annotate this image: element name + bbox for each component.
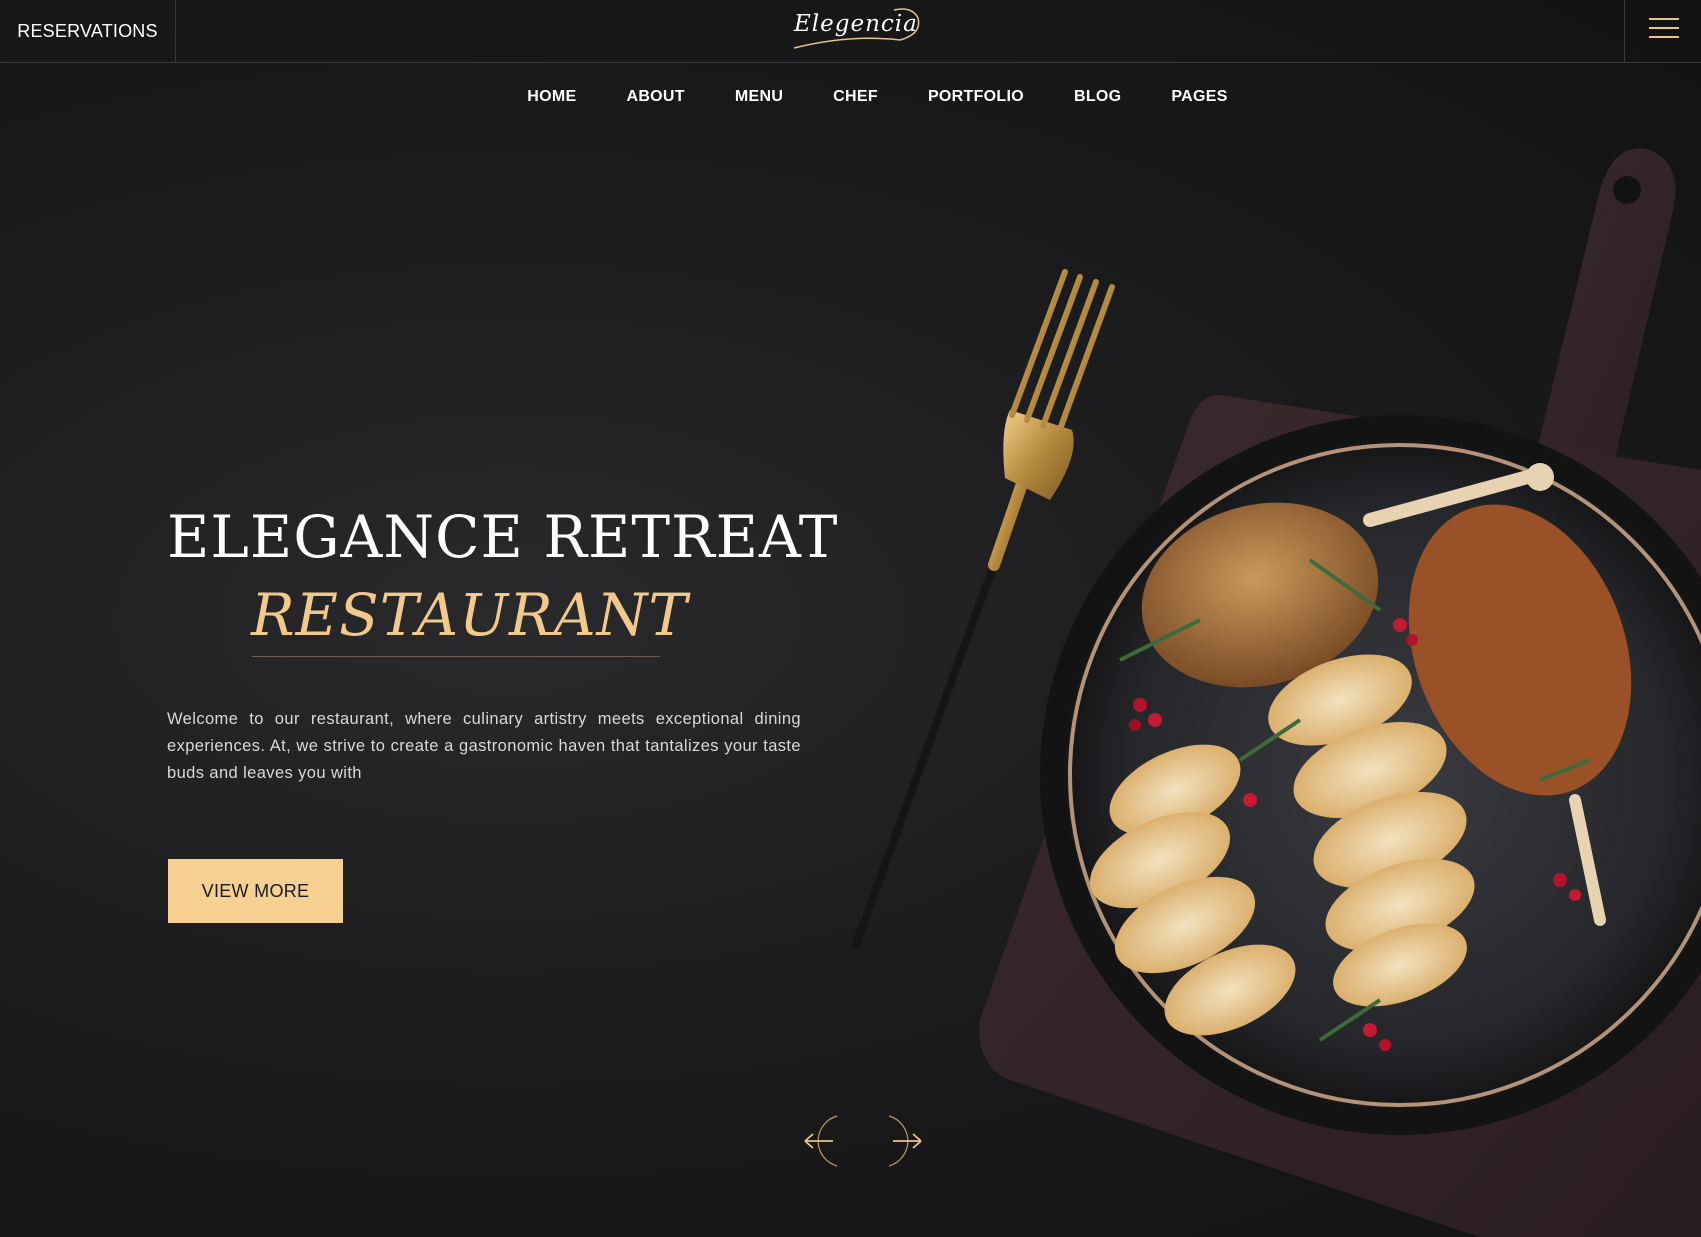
nav-item-home[interactable]: HOME	[527, 88, 576, 106]
hamburger-icon-line	[1649, 36, 1679, 38]
nav-item-pages[interactable]: PAGES	[1171, 88, 1227, 106]
reservations-link[interactable]: RESERVATIONS	[0, 0, 176, 63]
nav-item-blog[interactable]: BLOG	[1074, 88, 1121, 106]
nav-item-menu[interactable]: MENU	[735, 88, 783, 106]
top-bar: RESERVATIONS Elegencia	[0, 0, 1701, 63]
hero-description: Welcome to our restaurant, where culinar…	[167, 710, 801, 782]
slider-controls	[783, 1112, 943, 1170]
board-hole-shape	[1613, 176, 1641, 204]
logo[interactable]: Elegencia	[790, 4, 924, 54]
nav-item-about[interactable]: ABOUT	[626, 88, 684, 106]
logo-text: Elegencia	[794, 11, 918, 37]
hero-subtitle: RESTAURANT	[251, 581, 689, 649]
nav-item-chef[interactable]: CHEF	[833, 88, 878, 106]
hamburger-menu-button[interactable]	[1624, 0, 1701, 63]
page: RESERVATIONS Elegencia HOME ABOUT MENU C…	[0, 0, 1701, 1237]
main-nav: HOME ABOUT MENU CHEF PORTFOLIO BLOG PAGE…	[0, 88, 1701, 106]
view-more-button[interactable]: VIEW MORE	[168, 859, 343, 923]
nav-item-portfolio[interactable]: PORTFOLIO	[928, 88, 1024, 106]
arrow-right-icon[interactable]	[885, 1112, 943, 1170]
arrow-left-icon[interactable]	[783, 1112, 841, 1170]
hamburger-icon-line	[1649, 27, 1679, 29]
hamburger-icon	[1649, 18, 1679, 20]
hero-underline	[252, 656, 660, 657]
hero-title: ELEGANCE RETREAT	[167, 503, 839, 571]
